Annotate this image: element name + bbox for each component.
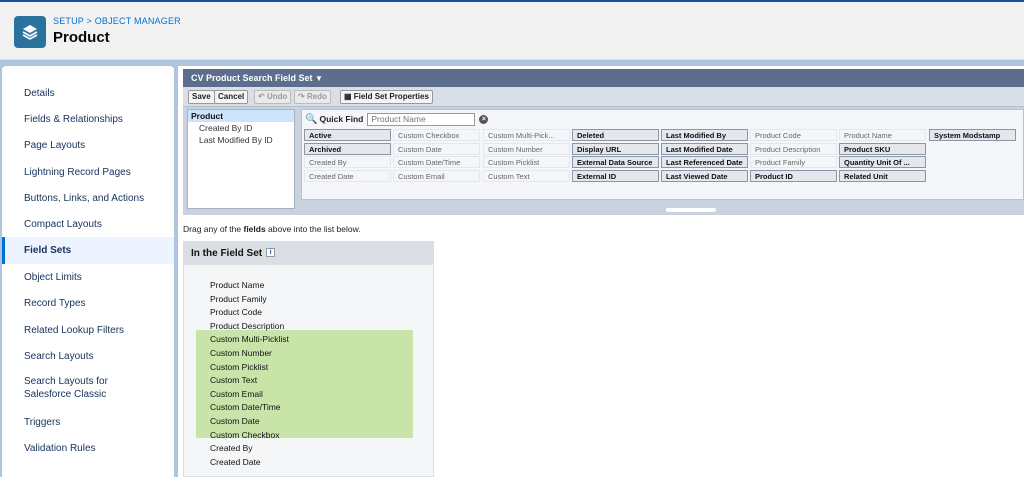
field-button[interactable]: Last Referenced Date <box>661 156 748 168</box>
sidebar-item-lightning-record-pages[interactable]: Lightning Record Pages <box>2 159 174 185</box>
quick-find-input[interactable] <box>367 112 476 126</box>
field-set-item[interactable]: Custom Text <box>210 375 257 385</box>
sidebar-item-page-layouts[interactable]: Page Layouts <box>2 132 174 159</box>
field-set-item[interactable]: Custom Date/Time <box>210 402 281 412</box>
field-button[interactable]: Custom Multi-Pick... <box>483 129 570 141</box>
field-set-title: CV Product Search Field Set <box>191 73 313 83</box>
cancel-button[interactable]: Cancel <box>214 90 249 104</box>
field-button[interactable]: External Data Source <box>572 156 659 168</box>
sidebar-item-compact-layouts[interactable]: Compact Layouts <box>2 211 174 237</box>
sidebar-item-details[interactable]: Details <box>2 80 174 106</box>
field-set-item[interactable]: Created By <box>210 443 253 453</box>
undo-label: Undo <box>266 92 288 101</box>
field-button[interactable]: Quantity Unit Of ... <box>839 156 926 168</box>
search-icon: 🔍 <box>305 113 318 125</box>
chevron-down-icon[interactable]: ▼ <box>315 74 323 83</box>
field-set-item[interactable]: Custom Checkbox <box>210 430 279 440</box>
sidebar-item-validation-rules[interactable]: Validation Rules <box>2 435 174 461</box>
field-button[interactable]: Archived <box>304 143 391 155</box>
redo-label: Redo <box>306 92 327 101</box>
field-button[interactable]: Product SKU <box>839 143 926 155</box>
field-set-properties-button[interactable]: ▦ Field Set Properties <box>340 90 433 104</box>
field-button[interactable]: Deleted <box>572 129 659 141</box>
field-set-heading-label: In the Field Set <box>191 248 263 259</box>
field-set-item[interactable]: Custom Email <box>210 389 263 399</box>
sidebar-item-search-layouts[interactable]: Search Layouts <box>2 343 174 369</box>
field-grid: 🔍 Quick Find × ActiveCustom CheckboxCust… <box>301 109 1024 200</box>
quick-find-label: Quick Find <box>319 114 364 124</box>
field-button[interactable]: Active <box>304 129 391 141</box>
field-set-heading: In the Field Set i <box>184 242 433 265</box>
field-button[interactable]: Custom Text <box>483 170 570 182</box>
drag-hint-prefix: Drag any of the <box>183 224 244 234</box>
redo-button[interactable]: ↷ Redo <box>294 90 331 104</box>
sidebar-item-object-limits[interactable]: Object Limits <box>2 264 174 290</box>
field-palette: Product Created By ID Last Modified By I… <box>183 107 1024 215</box>
field-set-item[interactable]: Custom Multi-Picklist <box>210 334 289 344</box>
field-set-editor: CV Product Search Field Set ▼ Save Cance… <box>178 66 1024 477</box>
redo-icon: ↷ <box>298 92 305 101</box>
field-button[interactable]: System Modstamp <box>929 129 1016 141</box>
resize-handle[interactable] <box>666 208 716 212</box>
info-icon[interactable]: i <box>266 248 276 257</box>
field-button[interactable]: Last Modified By <box>661 129 748 141</box>
drag-instructions: Drag any of the fields above into the li… <box>183 224 361 234</box>
field-set-item[interactable]: Custom Date <box>210 416 260 426</box>
field-button[interactable]: Product Family <box>750 156 837 168</box>
field-button[interactable]: Custom Email <box>393 170 480 182</box>
sidebar-item-triggers[interactable]: Triggers <box>2 409 174 435</box>
field-button[interactable]: Display URL <box>572 143 659 155</box>
field-button[interactable]: Custom Date/Time <box>393 156 480 168</box>
field-button[interactable]: Last Viewed Date <box>661 170 748 182</box>
properties-label: Field Set Properties <box>353 92 429 101</box>
field-button[interactable]: Created By <box>304 156 391 168</box>
field-button[interactable]: External ID <box>572 170 659 182</box>
field-button[interactable]: Custom Picklist <box>483 156 570 168</box>
field-button[interactable]: Custom Date <box>393 143 480 155</box>
page-title: Product <box>53 29 110 46</box>
object-manager-sidebar: Details Fields & Relationships Page Layo… <box>2 66 174 477</box>
category-last-modified-by-id[interactable]: Last Modified By ID <box>188 134 294 146</box>
field-button[interactable]: Created Date <box>304 170 391 182</box>
field-set-item[interactable]: Product Name <box>210 280 264 290</box>
breadcrumb[interactable]: SETUP > OBJECT MANAGER <box>53 16 181 26</box>
save-button[interactable]: Save <box>188 90 215 104</box>
properties-icon: ▦ <box>344 92 352 101</box>
field-button[interactable]: Custom Checkbox <box>393 129 480 141</box>
sidebar-item-record-types[interactable]: Record Types <box>2 290 174 317</box>
field-set-title-bar[interactable]: CV Product Search Field Set ▼ <box>183 69 1024 87</box>
sidebar-item-search-layouts-classic[interactable]: Search Layouts for Salesforce Classic <box>2 371 152 405</box>
editor-toolbar: Save Cancel ↶ Undo ↷ Redo ▦ Field Set Pr… <box>183 87 1024 107</box>
drag-hint-bold: fields <box>243 224 266 234</box>
quick-find: 🔍 Quick Find × <box>305 112 489 126</box>
field-button[interactable]: Last Modified Date <box>661 143 748 155</box>
layers-icon <box>14 16 46 48</box>
field-button[interactable]: Product Name <box>839 129 926 141</box>
sidebar-item-fields-relationships[interactable]: Fields & Relationships <box>2 106 174 132</box>
undo-icon: ↶ <box>258 92 265 101</box>
sidebar-item-buttons-links-actions[interactable]: Buttons, Links, and Actions <box>2 185 174 211</box>
category-product[interactable]: Product <box>188 110 294 122</box>
category-list: Product Created By ID Last Modified By I… <box>187 109 295 209</box>
category-created-by-id[interactable]: Created By ID <box>188 122 294 134</box>
field-button[interactable]: Product Code <box>750 129 837 141</box>
field-button[interactable]: Custom Number <box>483 143 570 155</box>
page-header: SETUP > OBJECT MANAGER Product <box>0 0 1024 60</box>
field-set-item[interactable]: Custom Number <box>210 348 272 358</box>
sidebar-item-field-sets[interactable]: Field Sets <box>2 237 174 264</box>
field-set-item[interactable]: Custom Picklist <box>210 362 268 372</box>
field-set-item[interactable]: Product Description <box>210 321 284 331</box>
field-button[interactable]: Related Unit <box>839 170 926 182</box>
drag-hint-suffix: above into the list below. <box>265 224 361 234</box>
field-set-item[interactable]: Product Code <box>210 307 262 317</box>
field-set-item[interactable]: Created Date <box>210 457 261 467</box>
field-set-list: In the Field Set i Product Name Product Fa… <box>183 241 434 477</box>
sidebar-item-related-lookup-filters[interactable]: Related Lookup Filters <box>2 317 174 343</box>
field-button[interactable]: Product Description <box>750 143 837 155</box>
field-set-item[interactable]: Product Family <box>210 294 267 304</box>
field-button[interactable]: Product ID <box>750 170 837 182</box>
clear-icon[interactable]: × <box>479 114 489 124</box>
undo-button[interactable]: ↶ Undo <box>254 90 292 104</box>
